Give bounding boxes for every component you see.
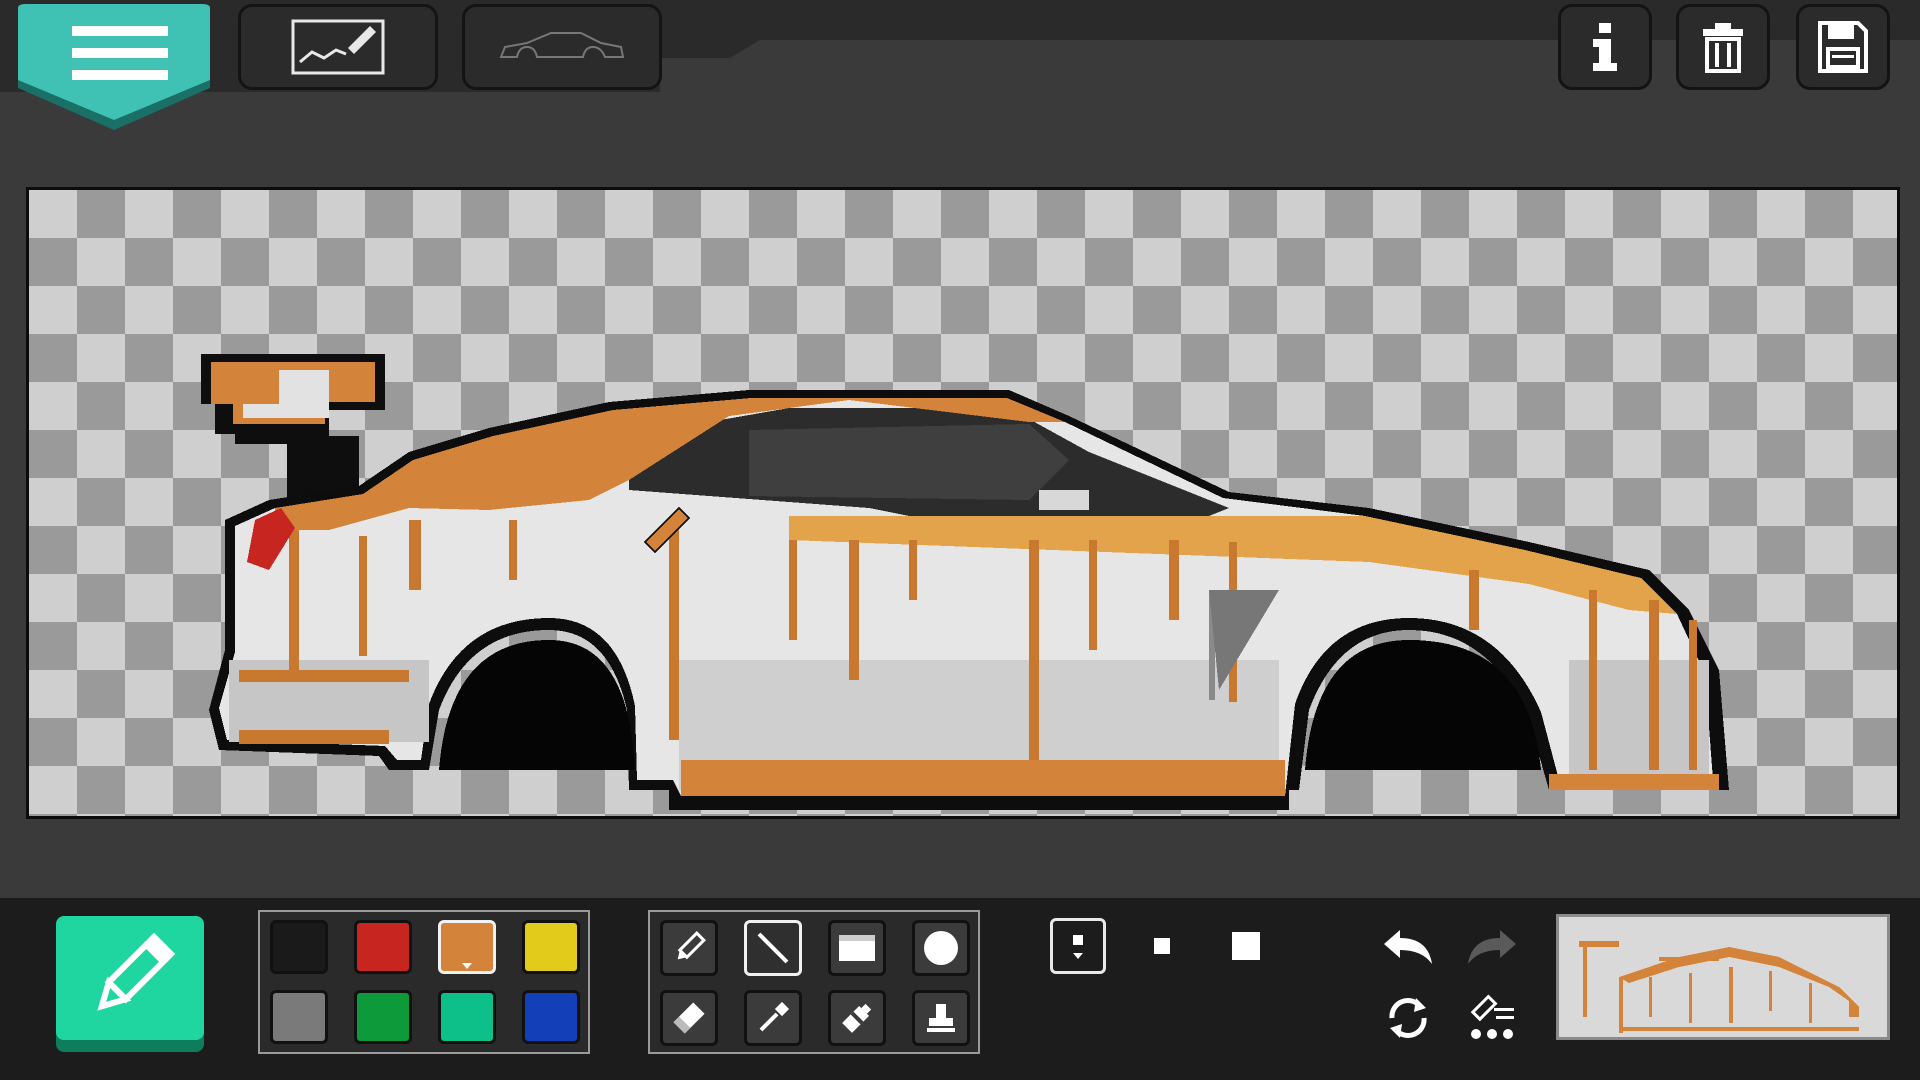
- undo-icon: [1384, 930, 1432, 964]
- livery-preview-thumbnail[interactable]: [1556, 914, 1890, 1040]
- menu-button[interactable]: [14, 4, 214, 130]
- pencil-icon: [56, 916, 204, 1052]
- color-swatch-teal[interactable]: [438, 990, 496, 1044]
- tab-draw[interactable]: [238, 4, 438, 90]
- circle-icon: [924, 931, 958, 965]
- tool-pencil[interactable]: [660, 920, 718, 976]
- drawing-canvas[interactable]: [26, 187, 1900, 819]
- tab-car-body[interactable]: [462, 4, 662, 90]
- pencil-dots-icon: [1470, 994, 1514, 1039]
- active-tool-button[interactable]: [56, 916, 204, 1052]
- color-swatch-black[interactable]: [270, 920, 328, 974]
- tool-spray-fill[interactable]: [828, 990, 886, 1046]
- tool-eyedropper[interactable]: [744, 990, 802, 1046]
- color-swatch-green[interactable]: [354, 990, 412, 1044]
- brush-size-medium[interactable]: [1134, 918, 1190, 974]
- eyedropper-icon: [759, 1001, 790, 1032]
- top-bar: [0, 0, 1920, 130]
- color-swatch-gray[interactable]: [270, 990, 328, 1044]
- paint-bucket-icon: [842, 1003, 872, 1033]
- brush-large-dot-icon: [1232, 932, 1260, 960]
- color-swatch-red[interactable]: [354, 920, 412, 974]
- draw-on-canvas-icon: [291, 19, 385, 75]
- brush-settings-button[interactable]: [1460, 990, 1524, 1046]
- car-livery-artwork: [201, 354, 1729, 810]
- info-button[interactable]: [1558, 4, 1652, 90]
- rectangle-icon: [839, 935, 875, 961]
- car-outline-icon: [499, 32, 625, 58]
- flip-button[interactable]: [1376, 990, 1440, 1046]
- line-icon: [757, 932, 789, 964]
- undo-button[interactable]: [1376, 918, 1440, 974]
- color-swatch-orange[interactable]: [438, 920, 496, 974]
- hamburger-icon: [18, 4, 210, 130]
- tool-rectangle[interactable]: [828, 920, 886, 976]
- selected-indicator: [462, 963, 472, 969]
- brush-size-large[interactable]: [1218, 918, 1274, 974]
- brush-medium-dot-icon: [1154, 938, 1170, 954]
- preview-car-outline: [1579, 941, 1859, 1033]
- tool-circle[interactable]: [912, 920, 970, 976]
- info-icon: [1593, 23, 1617, 71]
- color-palette: [258, 910, 590, 1054]
- trash-icon: [1703, 23, 1743, 73]
- brush-small-dot-icon: [1073, 935, 1083, 959]
- drawing-tools: [648, 910, 980, 1054]
- eraser-icon: [673, 1002, 705, 1034]
- color-swatch-yellow[interactable]: [522, 920, 580, 974]
- brush-size-small[interactable]: [1050, 918, 1106, 974]
- save-button[interactable]: [1796, 4, 1890, 90]
- tool-eraser[interactable]: [660, 990, 718, 1046]
- color-swatch-blue[interactable]: [522, 990, 580, 1044]
- pencil-icon: [677, 931, 706, 960]
- tool-line[interactable]: [744, 920, 802, 976]
- stamp-icon: [927, 1004, 955, 1032]
- rotate-icon: [1389, 998, 1427, 1038]
- save-floppy-icon: [1818, 21, 1868, 73]
- redo-icon: [1468, 930, 1516, 964]
- delete-button[interactable]: [1676, 4, 1770, 90]
- redo-button[interactable]: [1460, 918, 1524, 974]
- tool-stamp[interactable]: [912, 990, 970, 1046]
